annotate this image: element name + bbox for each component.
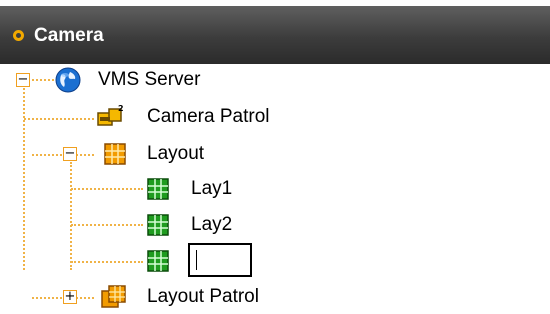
panel-header: Camera [0, 0, 550, 64]
collapse-layout-button[interactable]: − [63, 147, 77, 161]
layout-patrol-icon [101, 285, 126, 308]
layout-green-icon [147, 214, 169, 236]
layout-name-input[interactable] [188, 243, 252, 277]
tree-line [70, 162, 72, 270]
panel-title: Camera [34, 25, 104, 46]
tree-node-vms-server[interactable]: VMS Server [98, 69, 200, 91]
camera-patrol-icon: 2 [97, 105, 124, 126]
layout-green-icon [147, 250, 169, 272]
globe-icon [55, 67, 81, 93]
tree-node-camera-patrol[interactable]: Camera Patrol [147, 106, 270, 128]
layout-green-icon [147, 178, 169, 200]
svg-text:2: 2 [118, 105, 124, 113]
tree-line [32, 79, 54, 81]
layout-grid-icon [104, 143, 126, 165]
collapse-root-button[interactable]: − [16, 73, 30, 87]
tree-node-lay2[interactable]: Lay2 [191, 214, 232, 236]
expand-layout-patrol-button[interactable]: + [63, 290, 77, 304]
tree-line [71, 188, 143, 190]
tree-node-layout[interactable]: Layout [147, 143, 204, 165]
tree-line [71, 224, 143, 226]
tree-line [23, 88, 25, 270]
tree-node-lay1[interactable]: Lay1 [191, 178, 232, 200]
text-cursor [196, 250, 197, 270]
panel-bullet-icon [13, 30, 24, 41]
tree-line [24, 118, 94, 120]
device-tree: − VMS Server 2 Camera Patrol − Layout La… [0, 64, 550, 314]
tree-line [71, 261, 143, 263]
tree-node-layout-patrol[interactable]: Layout Patrol [147, 286, 259, 308]
